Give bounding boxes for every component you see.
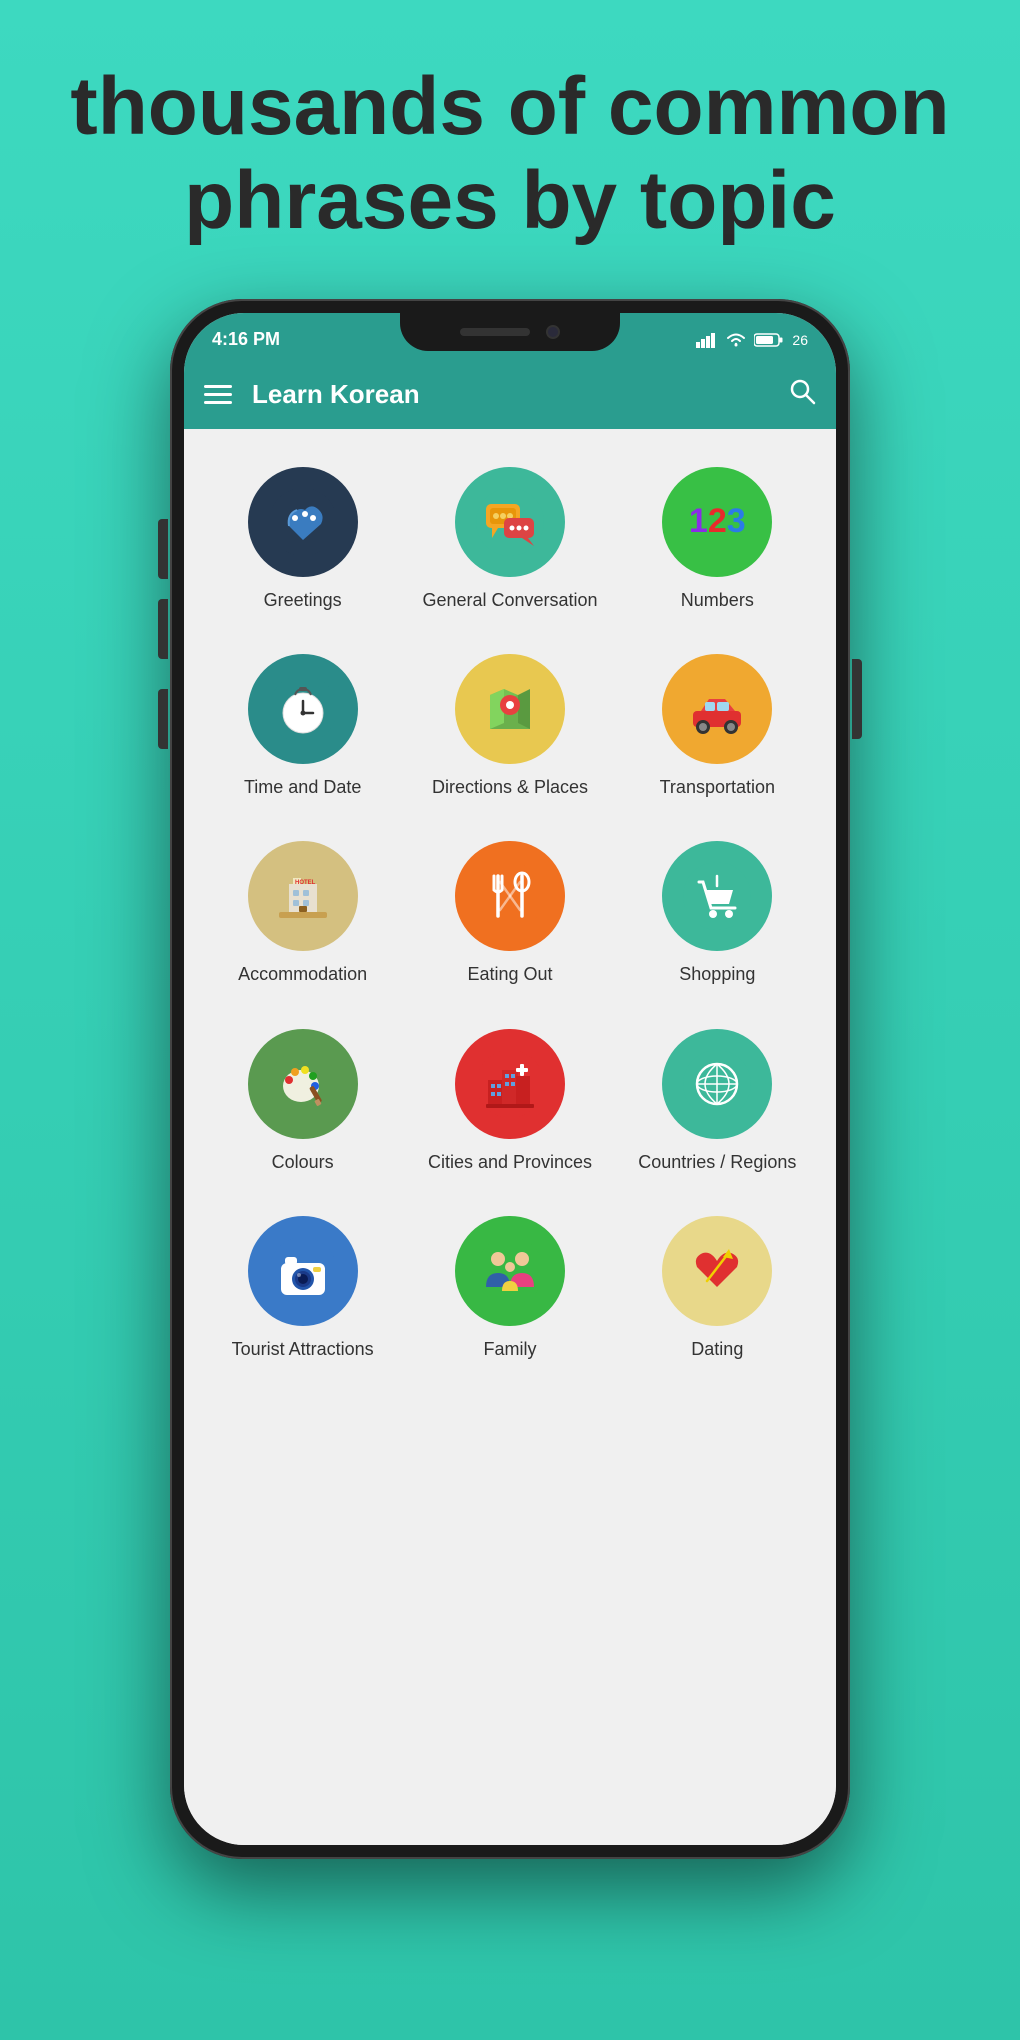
numbers-display: 123 [689,502,746,541]
grid-item-colours[interactable]: Colours [202,1011,403,1188]
hamburger-menu[interactable] [204,385,232,404]
label-countries: Countries / Regions [638,1151,796,1174]
icon-tourist [248,1216,358,1326]
grid-item-directions[interactable]: Directions & Places [409,636,610,813]
camera [546,325,560,339]
label-cities: Cities and Provinces [428,1151,592,1174]
svg-text:HOTEL: HOTEL [295,880,316,886]
search-button[interactable] [788,377,816,412]
grid-item-accommodation[interactable]: HOTEL Accommodation [202,823,403,1000]
label-colours: Colours [272,1151,334,1174]
label-shopping: Shopping [679,963,755,986]
icon-greetings [248,467,358,577]
label-dating: Dating [691,1338,743,1361]
grid-item-family[interactable]: Family [409,1198,610,1375]
signal-icon [696,332,718,348]
phone-notch [400,313,620,351]
label-directions: Directions & Places [432,776,588,799]
speaker [460,328,530,336]
topic-grid: Greetings [194,449,826,1376]
label-greetings: Greetings [264,589,342,612]
phone-screen: 4:16 PM [184,313,836,1845]
status-icons: 26 [696,332,808,348]
grid-item-shopping[interactable]: Shopping [617,823,818,1000]
hero-title: thousands of common phrases by topic [40,60,980,249]
icon-eating [455,841,565,951]
grid-item-dating[interactable]: Dating [617,1198,818,1375]
wifi-icon [726,332,746,348]
icon-colours [248,1029,358,1139]
app-bar: Learn Korean [184,361,836,429]
grid-item-conversation[interactable]: General Conversation [409,449,610,626]
phone-body: 4:16 PM [170,299,850,1859]
hero-section: thousands of common phrases by topic [0,0,1020,279]
icon-numbers: 123 [662,467,772,577]
app-title: Learn Korean [252,379,788,410]
label-eating: Eating Out [467,963,552,986]
battery-icon [754,332,784,348]
icon-time [248,654,358,764]
label-accommodation: Accommodation [238,963,367,986]
phone-mockup: 4:16 PM [0,299,1020,1859]
label-family: Family [483,1338,536,1361]
icon-cities [455,1029,565,1139]
grid-item-transport[interactable]: Transportation [617,636,818,813]
grid-item-numbers[interactable]: 123 Numbers [617,449,818,626]
icon-countries [662,1029,772,1139]
grid-item-time[interactable]: Time and Date [202,636,403,813]
label-tourist: Tourist Attractions [232,1338,374,1361]
grid-item-countries[interactable]: Countries / Regions [617,1011,818,1188]
grid-item-eating[interactable]: Eating Out [409,823,610,1000]
grid-item-tourist[interactable]: Tourist Attractions [202,1198,403,1375]
icon-transport [662,654,772,764]
battery-percent: 26 [792,332,808,348]
icon-dating [662,1216,772,1326]
grid-item-greetings[interactable]: Greetings [202,449,403,626]
label-time: Time and Date [244,776,361,799]
status-time: 4:16 PM [212,329,280,350]
grid-item-cities[interactable]: Cities and Provinces [409,1011,610,1188]
icon-conversation [455,467,565,577]
label-transport: Transportation [660,776,775,799]
icon-directions [455,654,565,764]
label-numbers: Numbers [681,589,754,612]
label-conversation: General Conversation [422,589,597,612]
icon-shopping [662,841,772,951]
content-area: Greetings [184,429,836,1845]
icon-family [455,1216,565,1326]
icon-accommodation: HOTEL [248,841,358,951]
